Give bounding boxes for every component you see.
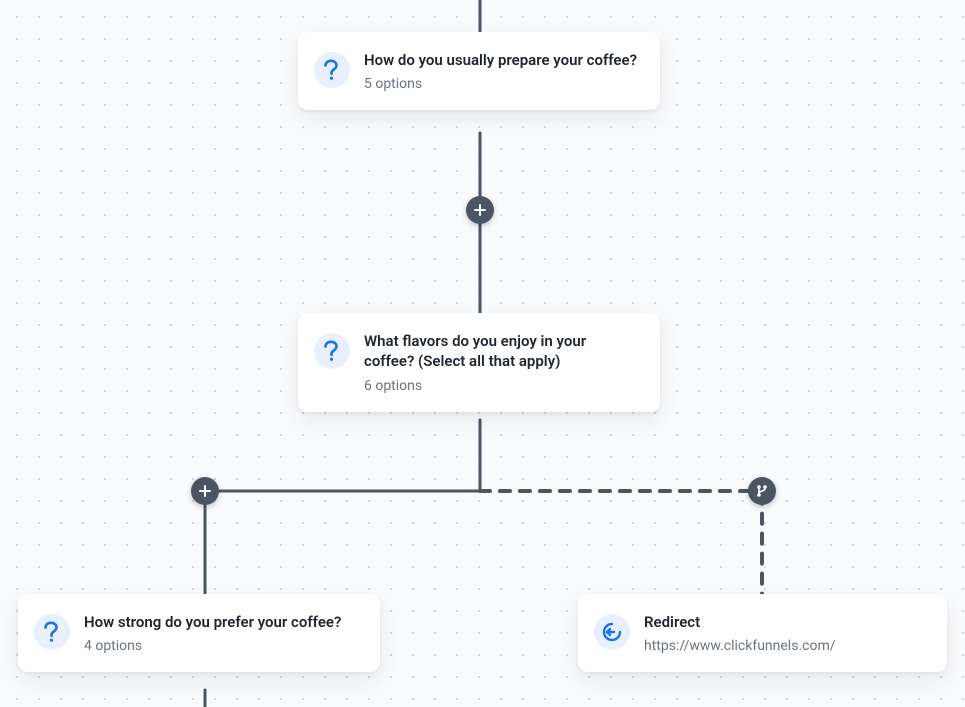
flow-node-redirect[interactable]: Redirect https://www.clickfunnels.com/ — [578, 594, 947, 672]
branch-icon — [755, 484, 769, 498]
plus-icon — [473, 203, 487, 217]
question-icon — [314, 52, 350, 88]
question-icon — [34, 614, 70, 650]
add-step-button[interactable] — [466, 196, 494, 224]
flow-node-question-flavors[interactable]: What flavors do you enjoy in your coffee… — [298, 313, 660, 412]
node-title: What flavors do you enjoy in your coffee… — [364, 331, 638, 372]
branch-button[interactable] — [748, 477, 776, 505]
node-subtitle: https://www.clickfunnels.com/ — [644, 638, 925, 654]
redirect-arrow-icon — [594, 614, 630, 650]
plus-icon — [198, 484, 212, 498]
flow-node-question-strength[interactable]: How strong do you prefer your coffee? 4 … — [18, 594, 380, 672]
node-title: How strong do you prefer your coffee? — [84, 612, 358, 632]
node-title: How do you usually prepare your coffee? — [364, 50, 638, 70]
node-subtitle: 4 options — [84, 638, 358, 654]
flow-node-question-prepare[interactable]: How do you usually prepare your coffee? … — [298, 32, 660, 110]
node-subtitle: 6 options — [364, 378, 638, 394]
question-icon — [314, 333, 350, 369]
node-title: Redirect — [644, 612, 925, 632]
node-subtitle: 5 options — [364, 76, 638, 92]
flow-canvas[interactable]: How do you usually prepare your coffee? … — [0, 0, 965, 707]
add-step-button[interactable] — [191, 477, 219, 505]
